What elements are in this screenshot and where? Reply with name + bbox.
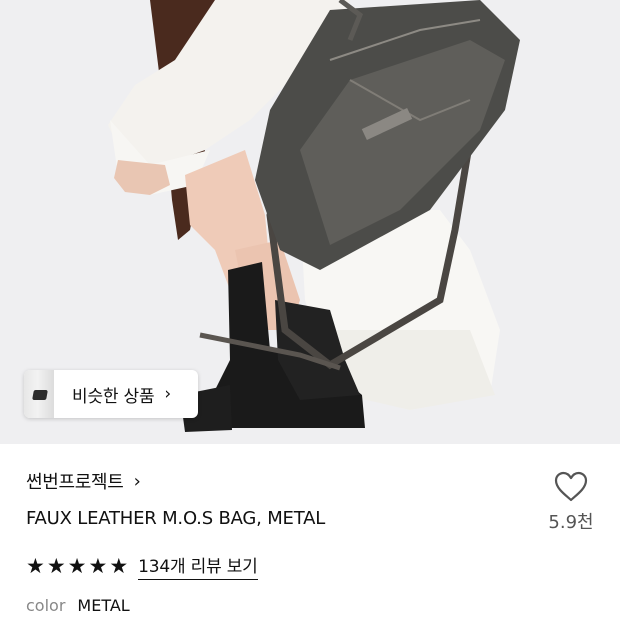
color-value: METAL bbox=[77, 596, 130, 615]
rating-row: ★ ★ ★ ★ ★ 134개 리뷰 보기 bbox=[26, 552, 258, 580]
similar-thumbnail bbox=[24, 370, 54, 418]
similar-products-label: 비슷한 상품 bbox=[72, 386, 155, 407]
star-icon: ★ bbox=[26, 553, 45, 578]
star-icon: ★ bbox=[67, 553, 87, 578]
color-option: color METAL bbox=[26, 596, 130, 615]
like-count: 5.9천 bbox=[548, 512, 594, 533]
star-icon: ★ bbox=[46, 553, 66, 578]
product-title: FAUX LEATHER M.O.S BAG, METAL bbox=[26, 508, 326, 529]
brand-link[interactable]: 썬번프로젝트 › bbox=[26, 468, 141, 494]
like-button[interactable]: 5.9천 bbox=[544, 470, 598, 534]
chevron-right-icon: › bbox=[164, 384, 172, 404]
heart-outline-icon bbox=[554, 471, 588, 502]
similar-products-button[interactable]: 비슷한 상품 › bbox=[24, 370, 198, 418]
star-icon: ★ bbox=[88, 553, 108, 578]
color-label: color bbox=[26, 596, 66, 615]
star-icon: ★ bbox=[109, 553, 129, 578]
chevron-right-icon: › bbox=[133, 470, 141, 492]
review-link[interactable]: 134개 리뷰 보기 bbox=[138, 552, 258, 580]
brand-name: 썬번프로젝트 bbox=[26, 472, 124, 493]
product-info: 썬번프로젝트 › FAUX LEATHER M.O.S BAG, METAL 5… bbox=[0, 444, 620, 620]
